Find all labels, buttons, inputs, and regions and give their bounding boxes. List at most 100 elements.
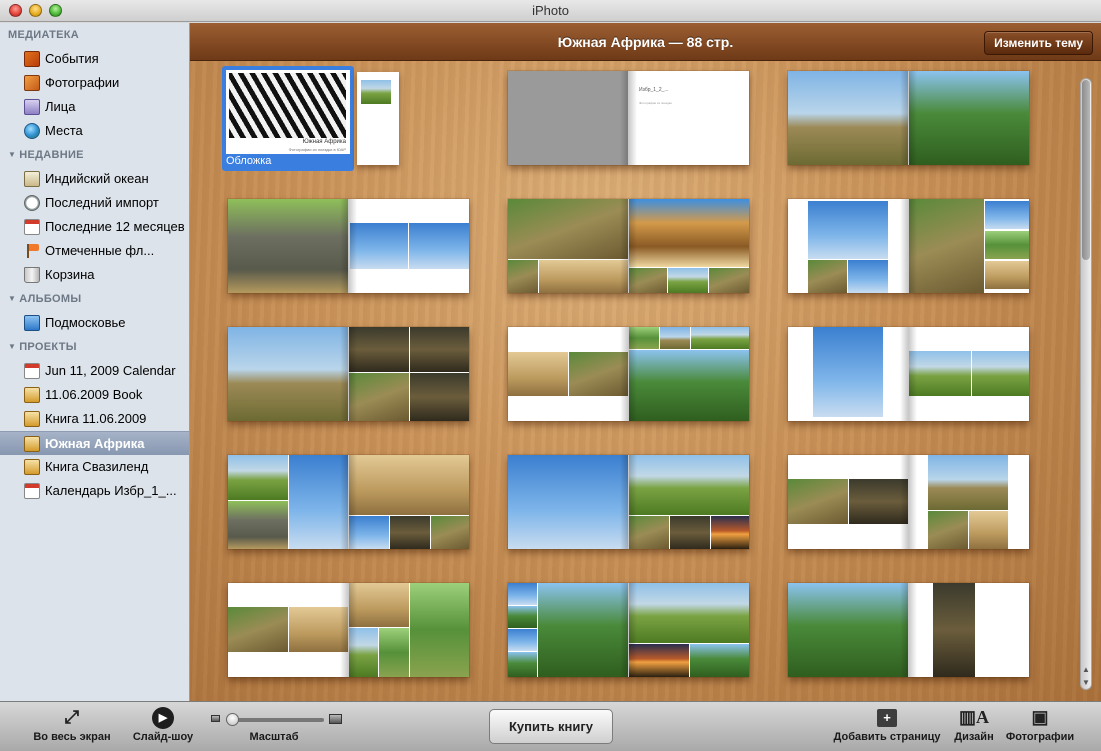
sidebar-item-photos[interactable]: Фотографии bbox=[0, 71, 189, 95]
sidebar-item-places[interactable]: Места bbox=[0, 119, 189, 143]
book-pages-view: Южная Африка — 88 стр. Изменить тему Южн… bbox=[190, 23, 1101, 701]
disclosure-triangle-icon[interactable]: ▼ bbox=[8, 335, 16, 359]
wetland-photo bbox=[410, 583, 469, 677]
thumbnail-photo bbox=[985, 231, 1029, 259]
lodge-photo bbox=[629, 350, 749, 421]
add-page-button[interactable]: + Добавить страницу bbox=[828, 702, 946, 751]
book-spread-3[interactable] bbox=[788, 71, 1029, 165]
book-spread-8[interactable] bbox=[508, 327, 749, 421]
book-spread-9[interactable] bbox=[788, 327, 1029, 421]
sidebar-item-kniga-110609[interactable]: Книга 11.06.2009 bbox=[0, 407, 189, 431]
section-header-projects[interactable]: ▼ ПРОЕКТЫ bbox=[0, 335, 189, 359]
trash-icon bbox=[24, 267, 40, 283]
sidebar-item-label: Места bbox=[45, 123, 83, 138]
section-header-albums[interactable]: ▼ АЛЬБОМЫ bbox=[0, 287, 189, 311]
fence-photo bbox=[228, 327, 348, 421]
minimize-window-button[interactable] bbox=[29, 4, 42, 17]
book-spread-2[interactable]: Избр_1_2_... Фотографии из поездки bbox=[508, 71, 749, 165]
elephant-photo bbox=[228, 199, 348, 293]
slideshow-button[interactable]: ▶ Слайд-шоу bbox=[126, 702, 200, 751]
sidebar-item-jun-calendar[interactable]: Jun 11, 2009 Calendar bbox=[0, 359, 189, 383]
sidebar-item-events[interactable]: События bbox=[0, 47, 189, 71]
sidebar-item-calendar-izbr[interactable]: Календарь Избр_1_... bbox=[0, 479, 189, 503]
design-button[interactable]: ▥A Дизайн bbox=[948, 702, 1000, 751]
sidebar-item-last-import[interactable]: Последний импорт bbox=[0, 191, 189, 215]
thumbnail-photo bbox=[349, 327, 409, 372]
section-header-library: МЕДИАТЕКА bbox=[0, 23, 189, 47]
thumbnail-photo bbox=[349, 516, 389, 549]
section-title: НЕДАВНИЕ bbox=[19, 149, 84, 161]
sidebar-item-faces[interactable]: Лица bbox=[0, 95, 189, 119]
thumbnail-photo bbox=[691, 327, 749, 349]
spread-caption-sub: Фотографии из поездки bbox=[639, 101, 672, 105]
landscape-photo bbox=[508, 455, 628, 549]
weaver-nest-photo bbox=[909, 71, 1029, 165]
sidebar-item-indian-ocean[interactable]: Индийский океан bbox=[0, 167, 189, 191]
book-spread-14[interactable] bbox=[508, 583, 749, 677]
design-label: Дизайн bbox=[954, 731, 994, 743]
sidebar-item-trash[interactable]: Корзина bbox=[0, 263, 189, 287]
photos-icon bbox=[24, 75, 40, 91]
zoom-label: Масштаб bbox=[249, 731, 299, 743]
section-header-recent[interactable]: ▼ НЕДАВНИЕ bbox=[0, 143, 189, 167]
sidebar-item-label: Фотографии bbox=[45, 75, 120, 90]
cover-badge: Обложка bbox=[226, 155, 272, 167]
book-spread-15[interactable] bbox=[788, 583, 1029, 677]
hornbill-photo bbox=[808, 201, 888, 259]
scroll-up-arrow-icon[interactable]: ▲ bbox=[1080, 663, 1092, 676]
book-spread-4[interactable] bbox=[228, 199, 469, 293]
book-cover-spread[interactable]: Южная Африка Фотографии из поездки в ЮАР… bbox=[222, 66, 400, 171]
play-icon: ▶ bbox=[126, 702, 200, 730]
thumbnail-photo bbox=[508, 629, 537, 651]
hyena-photo bbox=[349, 583, 409, 627]
window-titlebar: iPhoto bbox=[0, 0, 1101, 22]
vertical-scrollbar[interactable] bbox=[1080, 78, 1092, 690]
sidebar-item-south-africa[interactable]: Южная Африка bbox=[0, 431, 189, 455]
design-book-icon: ▥A bbox=[958, 707, 989, 727]
thumbnail-photo bbox=[508, 352, 568, 396]
disclosure-triangle-icon[interactable]: ▼ bbox=[8, 143, 16, 167]
zoom-large-icon bbox=[329, 714, 342, 724]
zoom-window-button[interactable] bbox=[49, 4, 62, 17]
sidebar-item-label: Южная Африка bbox=[45, 436, 145, 451]
sidebar-item-label: Последние 12 месяцев bbox=[45, 219, 185, 234]
disclosure-triangle-icon[interactable]: ▼ bbox=[8, 287, 16, 311]
book-spread-13[interactable] bbox=[228, 583, 469, 677]
sidebar-item-flagged[interactable]: Отмеченные фл... bbox=[0, 239, 189, 263]
thumbnail-photo bbox=[848, 260, 888, 293]
sidebar-item-book-110609[interactable]: 11.06.2009 Book bbox=[0, 383, 189, 407]
bottom-toolbar: ⤢ Во весь экран ▶ Слайд-шоу Масштаб Купи… bbox=[0, 701, 1101, 751]
sidebar-item-last-12-months[interactable]: Последние 12 месяцев bbox=[0, 215, 189, 239]
book-spread-5[interactable] bbox=[508, 199, 749, 293]
change-theme-button[interactable]: Изменить тему bbox=[984, 31, 1093, 55]
add-page-label: Добавить страницу bbox=[833, 731, 941, 743]
cover-book-title: Южная Африка bbox=[302, 139, 346, 145]
scroll-arrows[interactable]: ▲ ▼ bbox=[1080, 663, 1092, 691]
scrollbar-thumb[interactable] bbox=[1082, 80, 1090, 260]
clock-icon bbox=[24, 195, 40, 211]
eagle-photo bbox=[289, 455, 348, 549]
book-spread-6[interactable] bbox=[788, 199, 1029, 293]
cover-flap-page bbox=[357, 72, 399, 165]
close-window-button[interactable] bbox=[9, 4, 22, 17]
thumbnail-photo bbox=[361, 80, 391, 104]
sidebar-item-swaziland-book[interactable]: Книга Свазиленд bbox=[0, 455, 189, 479]
photos-browser-button[interactable]: ▣ Фотографии bbox=[1002, 702, 1078, 751]
trail-photo bbox=[788, 583, 908, 677]
canyon-photo bbox=[629, 583, 749, 643]
sidebar-item-label: Корзина bbox=[45, 267, 95, 282]
events-icon bbox=[24, 51, 40, 67]
sidebar-item-podmoskovye[interactable]: Подмосковье bbox=[0, 311, 189, 335]
book-spread-12[interactable] bbox=[788, 455, 1029, 549]
placeholder-page bbox=[508, 71, 628, 165]
book-spread-10[interactable] bbox=[228, 455, 469, 549]
slideshow-label: Слайд-шоу bbox=[132, 731, 194, 743]
scroll-down-arrow-icon[interactable]: ▼ bbox=[1080, 676, 1092, 689]
fullscreen-button[interactable]: ⤢ Во весь экран bbox=[24, 702, 120, 751]
thumbnail-photo bbox=[228, 501, 288, 549]
thumbnail-photo bbox=[410, 327, 469, 372]
calendar-project-icon bbox=[24, 363, 40, 379]
book-spread-11[interactable] bbox=[508, 455, 749, 549]
book-spread-7[interactable] bbox=[228, 327, 469, 421]
buy-book-button[interactable]: Купить книгу bbox=[489, 709, 613, 744]
